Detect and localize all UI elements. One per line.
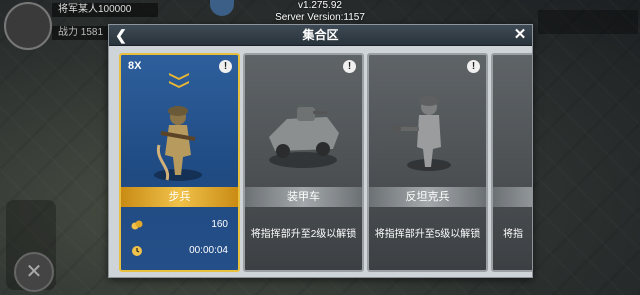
unit-count: 8X	[128, 60, 142, 72]
unit-card-list: 8X ! 步兵 160 00:00:04 ! 装甲车 将指挥部升至2级以解锁 !…	[109, 46, 532, 277]
tools-icon[interactable]: ✕	[14, 252, 54, 292]
anti-tank-unit-image	[389, 85, 464, 175]
dialog-title: 集合区	[302, 28, 339, 42]
infantry-unit-image	[141, 95, 216, 185]
unit-name	[493, 187, 532, 207]
assembly-area-dialog: ❮ 集合区 ✕ 8X ! 步兵 160 00:00:04 ! 装甲车 将指挥部升…	[108, 24, 533, 278]
unit-card-armored-car[interactable]: ! 装甲车 将指挥部升至2级以解锁	[243, 53, 364, 272]
unit-card-anti-tank[interactable]: ! 反坦克兵 将指挥部升至5级以解锁	[367, 53, 488, 272]
armored-car-image	[257, 85, 349, 175]
time-value: 00:00:04	[189, 245, 228, 256]
unit-card-infantry[interactable]: 8X ! 步兵 160 00:00:04	[119, 53, 240, 272]
cost-value: 160	[211, 219, 228, 230]
info-icon[interactable]: !	[343, 60, 356, 73]
rank-chevron-icon	[169, 73, 189, 89]
unit-name: 步兵	[121, 187, 238, 207]
unlock-requirement: 将指挥部升至2级以解锁	[250, 229, 357, 240]
dialog-header: ❮ 集合区 ✕	[109, 25, 532, 46]
clock-icon	[132, 246, 142, 256]
unit-name: 装甲车	[245, 187, 362, 207]
unlock-requirement: 将指	[503, 229, 523, 240]
unit-name: 反坦克兵	[369, 187, 486, 207]
cost-row: 160	[131, 217, 228, 233]
unit-card-partial[interactable]: 将指	[491, 53, 532, 272]
info-icon[interactable]: !	[467, 60, 480, 73]
time-row: 00:00:04	[131, 243, 228, 259]
top-right-hud	[538, 10, 638, 34]
close-button[interactable]: ✕	[512, 27, 528, 43]
unlock-requirement: 将指挥部升至5级以解锁	[374, 229, 481, 240]
info-icon[interactable]: !	[219, 60, 232, 73]
coins-icon	[131, 220, 143, 230]
